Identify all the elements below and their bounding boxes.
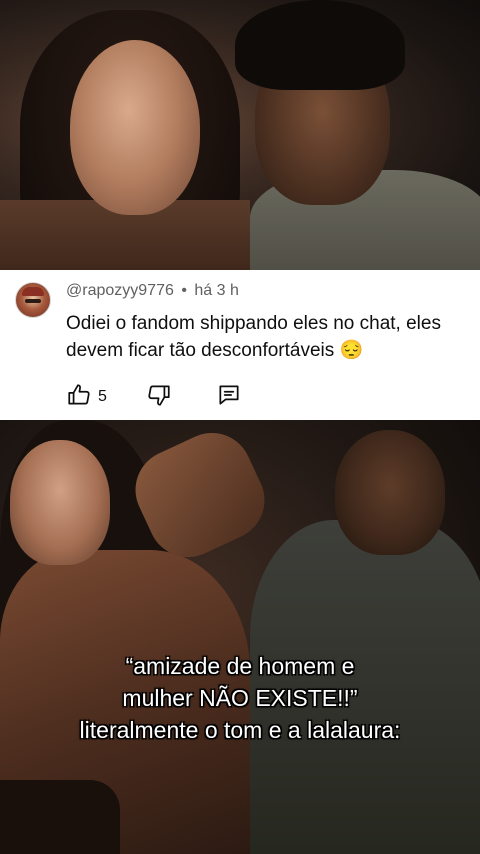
like-button[interactable]: 5 [66,382,107,413]
video-figure [70,40,200,215]
thumbs-down-icon [146,382,172,413]
caption-line: “amizade de homem e [125,653,355,679]
comment-card: @rapozyy9776 • há 3 h Odiei o fandom shi… [0,270,480,420]
comment-actions: 5 [66,382,286,413]
reply-button[interactable] [216,384,242,410]
caption-line: literalmente o tom e a lalalaura: [79,717,401,743]
comment-reply-icon [216,382,242,413]
video-figure [335,430,445,555]
video-figure [10,440,110,565]
thumbs-up-icon [66,382,92,413]
video-figure [0,780,120,854]
dislike-button[interactable] [146,384,172,410]
meta-separator: • [181,282,187,299]
comment-time: há 3 h [194,282,239,299]
comment-meta: @rapozyy9776 • há 3 h [66,282,239,300]
comment-username[interactable]: @rapozyy9776 [66,282,174,299]
video-caption: “amizade de homem e mulher NÃO EXISTE!!”… [0,650,480,746]
avatar[interactable] [15,282,51,318]
like-count: 5 [98,388,107,405]
caption-line: mulher NÃO EXISTE!!” [122,685,358,711]
video-frame-top [0,0,480,270]
video-figure [235,0,405,90]
video-frame-bottom [0,420,480,854]
comment-text: Odiei o fandom shippando eles no chat, e… [66,313,441,361]
